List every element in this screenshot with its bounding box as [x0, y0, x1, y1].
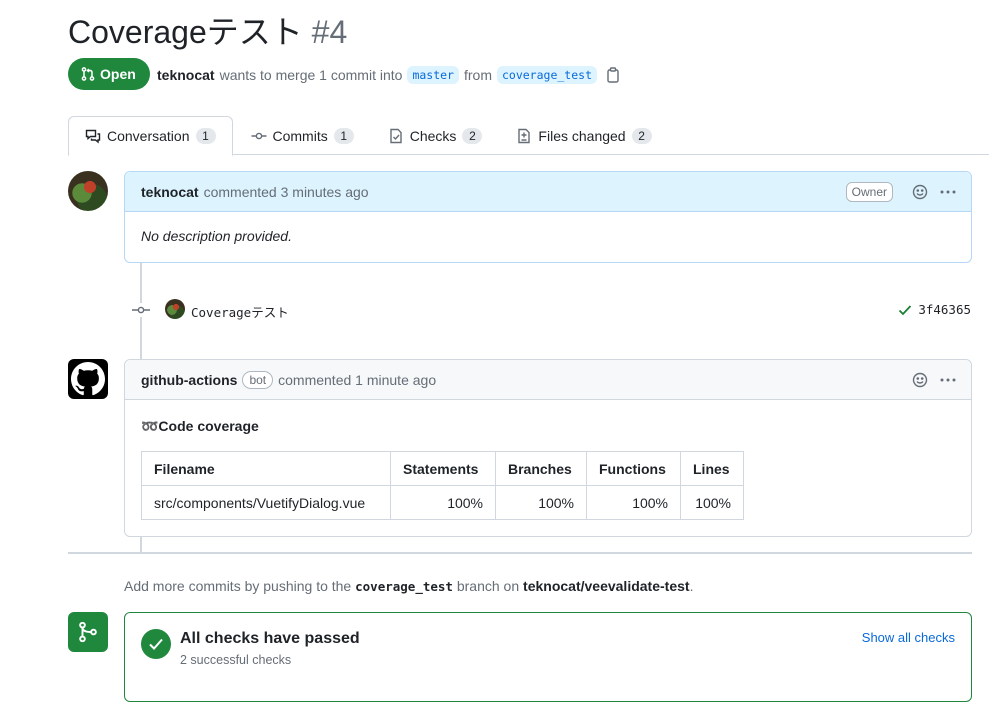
coverage-table: Filename Statements Branches Functions L…: [141, 451, 744, 520]
add-more-mid: branch on: [456, 578, 520, 594]
repo-link[interactable]: teknocat/veevalidate-test: [523, 578, 690, 594]
timeline-line: [140, 536, 142, 552]
checks-title: All checks have passed: [180, 630, 360, 647]
pr-author-link[interactable]: teknocat: [157, 67, 215, 83]
tab-checks[interactable]: Checks 2: [372, 116, 499, 155]
coverage-title: ➿Code coverage: [141, 418, 259, 434]
tab-counter: 2: [462, 127, 483, 144]
copy-icon[interactable]: [606, 67, 620, 83]
comment-body: No description provided.: [141, 228, 292, 244]
tab-counter: 1: [195, 128, 216, 144]
table-cell: 100%: [495, 485, 587, 520]
commit-node-icon: [132, 303, 150, 317]
diff-icon: [516, 128, 532, 144]
tab-files-changed[interactable]: Files changed 2: [500, 116, 667, 155]
add-more-end: .: [689, 578, 694, 594]
tab-label: Files changed: [538, 127, 626, 144]
base-branch[interactable]: master: [407, 66, 459, 84]
kebab-menu-icon[interactable]: [939, 372, 957, 388]
conversation-icon: [85, 128, 101, 144]
add-more-commits-text: Add more commits by pushing to the cover…: [124, 578, 693, 594]
tab-label: Commits: [272, 127, 328, 144]
tab-counter: 1: [333, 127, 354, 144]
footer-branch: coverage_test: [355, 579, 453, 594]
pr-state-label: Open: [100, 66, 136, 82]
comment-header: github-actions bot commented 1 minute ag…: [125, 360, 971, 400]
pr-tabs: Conversation 1 Commits 1 Checks 2 Files …: [68, 116, 668, 156]
checks-subtitle: 2 successful checks: [180, 653, 292, 667]
comment-body: ➿Code coverage Filename Statements Branc…: [125, 400, 971, 534]
comment-box: github-actions bot commented 1 minute ag…: [124, 359, 972, 537]
table-header: Branches: [495, 451, 587, 486]
head-branch[interactable]: coverage_test: [496, 66, 597, 84]
avatar[interactable]: [68, 171, 108, 211]
add-more-pre: Add more commits by pushing to the: [124, 578, 352, 594]
table-header: Lines: [680, 451, 744, 486]
tab-label: Conversation: [107, 128, 190, 144]
tab-label: Checks: [409, 127, 457, 144]
commit-message[interactable]: Coverageテスト: [191, 302, 289, 321]
tab-counter: 2: [631, 127, 652, 144]
pr-meta: teknocat wants to merge 1 commit into ma…: [157, 66, 620, 84]
table-header: Filename: [141, 451, 391, 486]
github-logo-icon: [71, 362, 105, 396]
smiley-icon[interactable]: [912, 184, 928, 200]
smiley-icon[interactable]: [912, 372, 928, 388]
pr-title: Coverageテスト #4: [68, 12, 347, 52]
comment-timestamp[interactable]: commented 3 minutes ago: [204, 184, 369, 200]
tab-commits[interactable]: Commits 1: [235, 116, 370, 155]
comment-timestamp[interactable]: commented 1 minute ago: [278, 372, 436, 388]
show-all-checks-link[interactable]: Show all checks: [862, 630, 955, 645]
pr-title-text: Coverageテスト: [68, 14, 303, 50]
merge-text: wants to merge 1 commit into: [219, 67, 403, 83]
checks-box: All checks have passed 2 successful chec…: [124, 612, 972, 702]
pull-request-icon: [80, 66, 96, 82]
check-circle-icon: [141, 629, 171, 659]
avatar[interactable]: [68, 359, 108, 399]
table-cell: 100%: [680, 485, 744, 520]
owner-badge: Owner: [845, 181, 893, 202]
timeline-divider: [68, 552, 972, 554]
table-header-row: Filename Statements Branches Functions L…: [141, 451, 744, 486]
comment-author[interactable]: github-actions: [141, 372, 237, 388]
table-cell: 100%: [586, 485, 681, 520]
commit-icon: [251, 128, 267, 144]
pr-number: #4: [311, 14, 348, 50]
table-cell: 100%: [390, 485, 496, 520]
check-icon[interactable]: [898, 304, 912, 316]
commit-sha[interactable]: 3f46365: [918, 302, 971, 317]
pr-state-badge: Open: [68, 58, 150, 90]
bot-badge: bot: [242, 370, 274, 389]
git-merge-icon: [68, 612, 108, 652]
table-cell: src/components/VuetifyDialog.vue: [141, 485, 391, 520]
comment-author[interactable]: teknocat: [141, 184, 199, 200]
comment-header: teknocat commented 3 minutes ago Owner: [125, 172, 971, 212]
checks-icon: [388, 128, 404, 144]
kebab-menu-icon[interactable]: [939, 184, 957, 200]
table-header: Statements: [390, 451, 496, 486]
avatar[interactable]: [165, 299, 185, 319]
table-header: Functions: [586, 451, 681, 486]
from-text: from: [463, 67, 492, 83]
tab-conversation[interactable]: Conversation 1: [68, 116, 233, 156]
comment-box: teknocat commented 3 minutes ago Owner N…: [124, 171, 972, 263]
table-row: src/components/VuetifyDialog.vue 100% 10…: [141, 485, 744, 520]
commit-sha-row: 3f46365: [898, 302, 971, 317]
